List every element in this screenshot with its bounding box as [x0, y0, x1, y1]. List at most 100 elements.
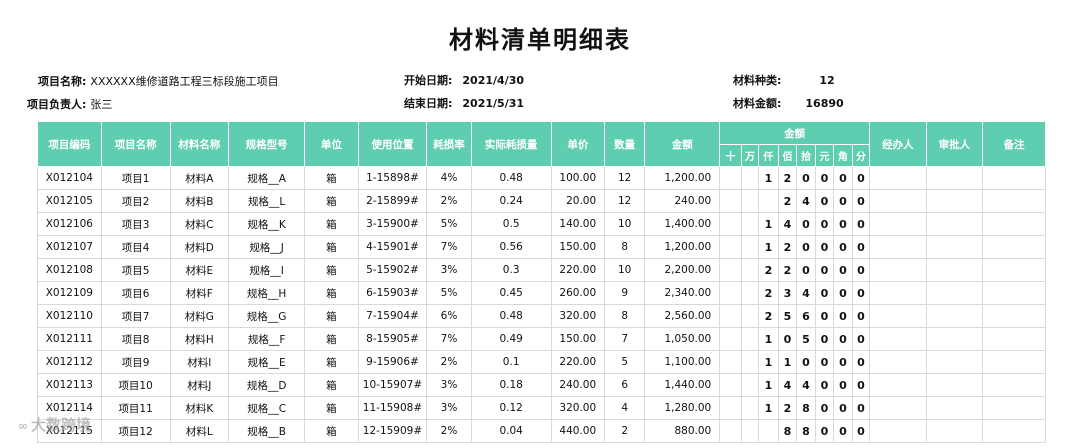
cell-spec[interactable]: 规格__D: [228, 373, 306, 397]
cell-price[interactable]: 260.00: [550, 281, 606, 305]
cell-amount-digit[interactable]: 0: [814, 327, 835, 351]
cell-handler[interactable]: [869, 396, 927, 420]
cell-amount-digit[interactable]: 0: [851, 419, 871, 443]
cell-actual-loss[interactable]: 0.18: [470, 373, 552, 397]
cell-handler[interactable]: [869, 281, 927, 305]
cell-amount-digit[interactable]: [740, 419, 760, 443]
cell-amount-digit[interactable]: 0: [814, 189, 835, 213]
cell-loss-rate[interactable]: 6%: [426, 304, 472, 328]
cell-amount-digit[interactable]: 8: [777, 419, 798, 443]
cell-amount-digit[interactable]: 0: [851, 327, 871, 351]
cell-loss-rate[interactable]: 2%: [426, 189, 472, 213]
cell-amount-digit[interactable]: [740, 396, 760, 420]
header-remark[interactable]: 备注: [982, 121, 1046, 167]
cell-amount-digit[interactable]: [758, 189, 779, 213]
header-digit-jiao[interactable]: 角: [833, 144, 853, 167]
cell-amount-digit[interactable]: [719, 350, 742, 374]
cell-handler[interactable]: [869, 258, 927, 282]
cell-material[interactable]: 材料G: [169, 304, 230, 328]
cell-amount-digit[interactable]: 0: [796, 166, 816, 190]
cell-unit[interactable]: 箱: [304, 166, 359, 190]
header-actual-loss[interactable]: 实际耗损量: [470, 121, 552, 167]
cell-spec[interactable]: 规格__H: [228, 281, 306, 305]
cell-amount[interactable]: 1,050.00: [644, 327, 721, 351]
cell-code[interactable]: X012107: [37, 235, 102, 259]
cell-name[interactable]: 项目12: [100, 419, 171, 443]
cell-price[interactable]: 240.00: [550, 373, 606, 397]
cell-price[interactable]: 320.00: [550, 396, 606, 420]
cell-amount-digit[interactable]: [740, 373, 760, 397]
cell-amount-digit[interactable]: 2: [758, 281, 779, 305]
cell-spec[interactable]: 规格__J: [228, 235, 306, 259]
cell-loss-rate[interactable]: 2%: [426, 419, 472, 443]
cell-actual-loss[interactable]: 0.1: [470, 350, 552, 374]
cell-amount-digit[interactable]: 0: [851, 189, 871, 213]
cell-amount-digit[interactable]: 4: [777, 212, 798, 236]
cell-amount[interactable]: 2,560.00: [644, 304, 721, 328]
cell-code[interactable]: X012112: [37, 350, 102, 374]
cell-price[interactable]: 220.00: [550, 258, 606, 282]
cell-amount-digit[interactable]: [740, 327, 760, 351]
cell-amount[interactable]: 1,200.00: [644, 166, 721, 190]
header-loss-rate[interactable]: 耗损率: [426, 121, 472, 167]
cell-amount-digit[interactable]: 0: [814, 281, 835, 305]
cell-material[interactable]: 材料B: [169, 189, 230, 213]
cell-amount-digit[interactable]: 0: [851, 373, 871, 397]
cell-price[interactable]: 150.00: [550, 327, 606, 351]
cell-code[interactable]: X012113: [37, 373, 102, 397]
cell-amount-digit[interactable]: 0: [777, 327, 798, 351]
cell-approver[interactable]: [925, 235, 984, 259]
cell-loss-rate[interactable]: 7%: [426, 327, 472, 351]
cell-approver[interactable]: [925, 258, 984, 282]
cell-amount-digit[interactable]: 0: [833, 235, 853, 259]
cell-name[interactable]: 项目1: [100, 166, 171, 190]
cell-amount-digit[interactable]: 1: [758, 212, 779, 236]
cell-code[interactable]: X012104: [37, 166, 102, 190]
cell-amount-digit[interactable]: 0: [814, 419, 835, 443]
cell-amount-digit[interactable]: [719, 166, 742, 190]
header-spec[interactable]: 规格型号: [228, 121, 306, 167]
cell-approver[interactable]: [925, 281, 984, 305]
cell-amount[interactable]: 2,340.00: [644, 281, 721, 305]
cell-spec[interactable]: 规格__K: [228, 212, 306, 236]
cell-material[interactable]: 材料J: [169, 373, 230, 397]
cell-approver[interactable]: [925, 304, 984, 328]
cell-actual-loss[interactable]: 0.56: [470, 235, 552, 259]
cell-actual-loss[interactable]: 0.45: [470, 281, 552, 305]
cell-amount-digit[interactable]: 2: [758, 304, 779, 328]
cell-material[interactable]: 材料I: [169, 350, 230, 374]
cell-spec[interactable]: 规格__B: [228, 419, 306, 443]
cell-code[interactable]: X012106: [37, 212, 102, 236]
cell-qty[interactable]: 12: [604, 189, 646, 213]
cell-amount-digit[interactable]: 0: [851, 258, 871, 282]
cell-approver[interactable]: [925, 350, 984, 374]
cell-approver[interactable]: [925, 166, 984, 190]
cell-amount-digit[interactable]: 0: [833, 304, 853, 328]
cell-qty[interactable]: 7: [604, 327, 646, 351]
cell-amount[interactable]: 1,280.00: [644, 396, 721, 420]
cell-actual-loss[interactable]: 0.24: [470, 189, 552, 213]
cell-amount-digit[interactable]: 0: [814, 235, 835, 259]
cell-price[interactable]: 320.00: [550, 304, 606, 328]
cell-amount-digit[interactable]: 0: [833, 419, 853, 443]
cell-amount-digit[interactable]: 5: [777, 304, 798, 328]
cell-location[interactable]: 3-15900#: [357, 212, 428, 236]
cell-price[interactable]: 150.00: [550, 235, 606, 259]
cell-amount-digit[interactable]: 4: [796, 189, 816, 213]
cell-approver[interactable]: [925, 396, 984, 420]
cell-actual-loss[interactable]: 0.3: [470, 258, 552, 282]
cell-amount-digit[interactable]: 0: [851, 281, 871, 305]
cell-location[interactable]: 7-15904#: [357, 304, 428, 328]
cell-amount-digit[interactable]: 0: [796, 235, 816, 259]
cell-unit[interactable]: 箱: [304, 419, 359, 443]
cell-unit[interactable]: 箱: [304, 304, 359, 328]
cell-name[interactable]: 项目2: [100, 189, 171, 213]
cell-amount-digit[interactable]: 0: [833, 166, 853, 190]
cell-amount-digit[interactable]: 0: [814, 166, 835, 190]
cell-unit[interactable]: 箱: [304, 373, 359, 397]
cell-amount-digit[interactable]: [719, 419, 742, 443]
cell-amount-digit[interactable]: [740, 350, 760, 374]
cell-material[interactable]: 材料D: [169, 235, 230, 259]
cell-location[interactable]: 11-15908#: [357, 396, 428, 420]
cell-loss-rate[interactable]: 3%: [426, 396, 472, 420]
